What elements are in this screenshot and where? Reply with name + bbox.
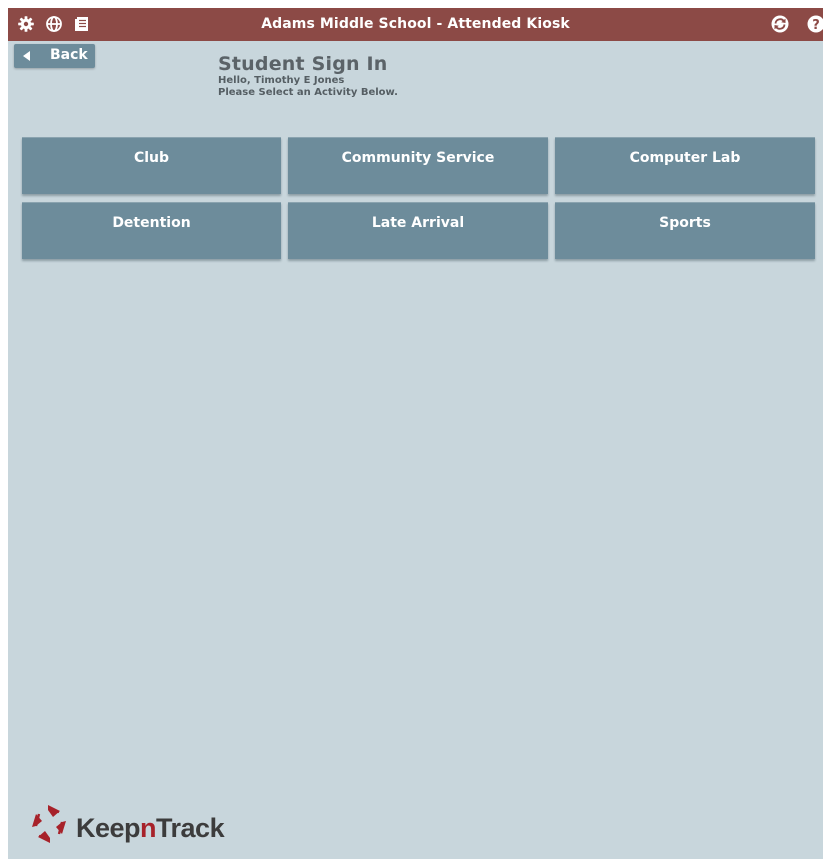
refresh-icon[interactable] [770, 14, 790, 34]
back-button[interactable]: Back [14, 44, 95, 68]
activity-button-detention[interactable]: Detention [22, 202, 281, 259]
greeting-text: Hello, Timothy E Jones [218, 75, 345, 86]
kiosk-frame: Adams Middle School - Attended Kiosk ? B… [8, 8, 823, 859]
activity-button-club[interactable]: Club [22, 137, 281, 194]
logo-arrows-icon [32, 805, 66, 843]
instruction-text: Please Select an Activity Below. [218, 87, 398, 98]
top-bar: Adams Middle School - Attended Kiosk ? [8, 8, 823, 41]
logo-wordmark: KeepnTrack [76, 813, 225, 843]
activity-button-late-arrival[interactable]: Late Arrival [288, 202, 548, 259]
activity-grid: Club Community Service Computer Lab Dete… [22, 137, 815, 259]
activity-button-community-service[interactable]: Community Service [288, 137, 548, 194]
back-arrow-icon [23, 51, 30, 61]
activity-button-sports[interactable]: Sports [555, 202, 815, 259]
back-button-label: Back [50, 47, 88, 63]
page-heading: Student Sign In Hello, Timothy E Jones P… [218, 53, 398, 99]
activity-button-computer-lab[interactable]: Computer Lab [555, 137, 815, 194]
app-title: Adams Middle School - Attended Kiosk [261, 16, 570, 32]
help-icon[interactable]: ? [806, 14, 823, 34]
page-title: Student Sign In [218, 53, 388, 75]
svg-text:?: ? [812, 18, 820, 33]
